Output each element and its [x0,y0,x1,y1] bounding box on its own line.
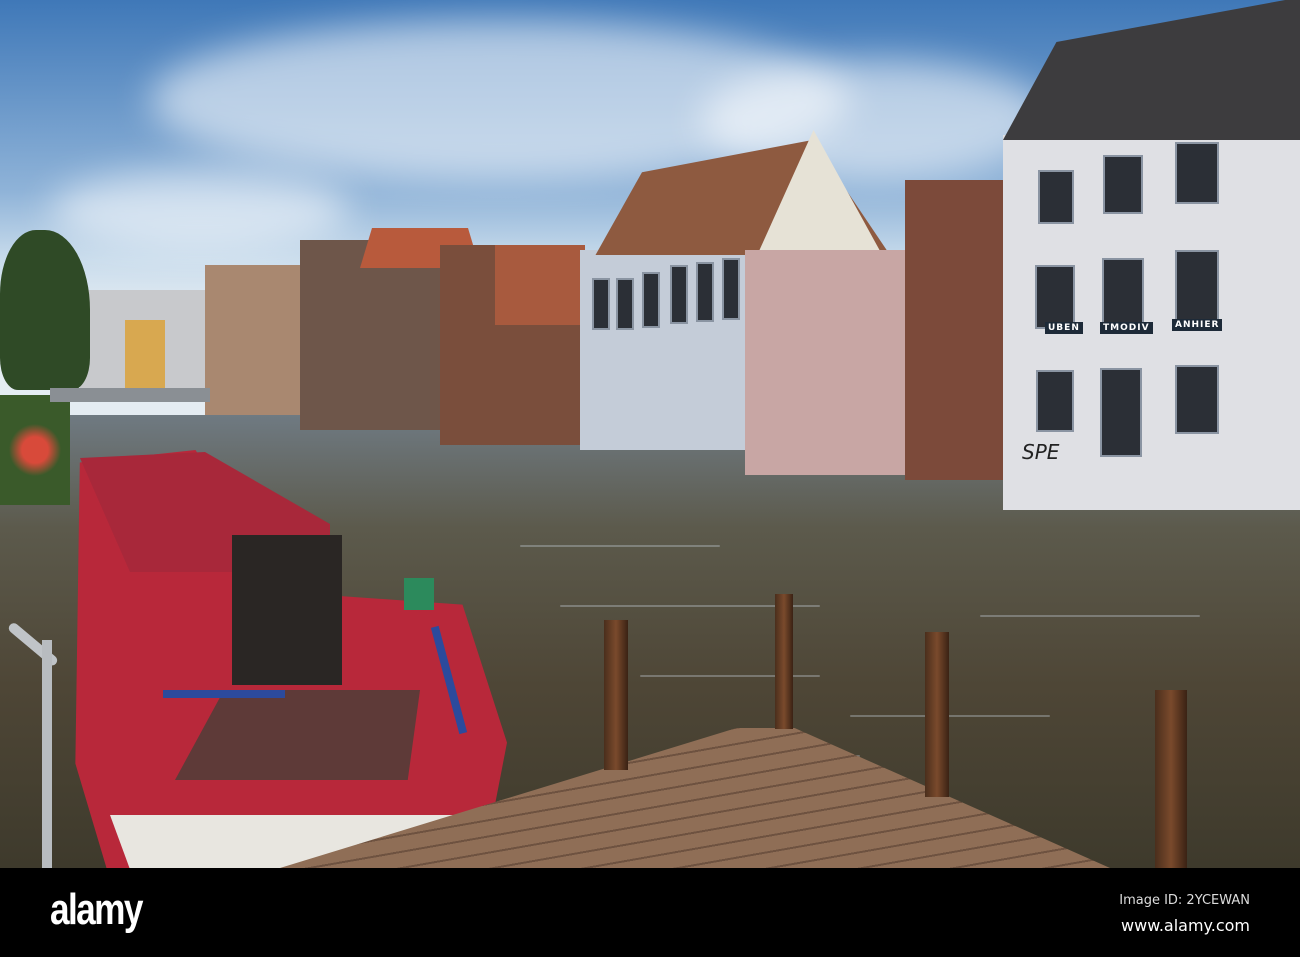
window [1175,365,1219,434]
alamy-logo: alamy [50,885,143,934]
building-sign: ANHIER [1172,319,1223,331]
site-url: www.alamy.com [1121,916,1250,935]
window [1102,258,1144,330]
tree [0,230,90,390]
handrail-post [42,640,52,868]
flower-planter [0,395,70,505]
distant-building [125,320,165,390]
pier-post [604,620,628,770]
pier-post [1155,690,1187,868]
graffiti: SPE [1022,440,1060,464]
image-id: Image ID: 2YCEWAN [1119,893,1250,908]
bridge [50,388,210,402]
window [642,272,660,328]
window [616,278,634,330]
pier-post [925,632,949,797]
pink-building [745,250,910,475]
window [1175,142,1219,204]
cloud [50,170,350,250]
red-roof [495,245,585,325]
boat-cabin-door [232,535,342,685]
distant-building [205,265,315,415]
window [1103,155,1143,214]
window [670,265,688,324]
door-window [1100,368,1142,457]
brick-building [905,180,1005,480]
window [592,278,610,330]
slate-roof [1003,0,1300,140]
window [722,258,740,320]
window [1038,170,1074,224]
brick-building [300,240,450,430]
building-sign: TMODIV [1100,322,1153,334]
window [1036,370,1074,432]
building-sign: UBEN [1045,322,1083,334]
photo: UBEN TMODIV ANHIER SPE [0,0,1300,868]
green-bucket [404,578,434,610]
window [696,262,714,322]
window [1035,265,1075,329]
pier-post [775,594,793,729]
window [1175,250,1219,324]
blue-railing [163,690,285,698]
watermark-footer: alamy Image ID: 2YCEWAN www.alamy.com [0,868,1300,957]
